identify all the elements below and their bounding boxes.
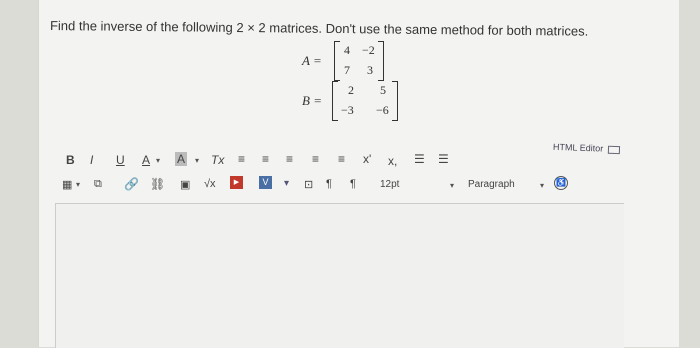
matrix-b-cell: 5 [380, 83, 386, 97]
matrix-a-cell: 7 [344, 63, 350, 77]
bold-button[interactable]: B [66, 153, 75, 167]
table-icon[interactable]: ▦ [62, 178, 72, 191]
paragraph-select[interactable]: Paragraph [468, 179, 515, 190]
subscript-button[interactable]: x, [388, 154, 397, 168]
align-justify-icon[interactable]: ≡ [312, 152, 319, 166]
matrix-b-cell: −6 [376, 103, 389, 117]
vimeo-icon[interactable]: V [259, 176, 272, 189]
answer-editor-area[interactable] [55, 203, 624, 348]
matrix-a: A = 4 −2 7 3 [302, 41, 412, 81]
indent-icon[interactable]: ≡ [338, 152, 345, 166]
matrix-a-label: A = [302, 53, 322, 68]
matrix-b-cell: 2 [348, 83, 354, 97]
numbered-list-icon[interactable]: ☰ [438, 152, 449, 166]
accessibility-icon[interactable]: ♿ [554, 176, 568, 190]
right-bracket [378, 41, 384, 81]
unlink-icon[interactable]: ⛓ [150, 177, 165, 191]
font-size-select[interactable]: 12pt [380, 179, 399, 190]
dropdown-icon[interactable]: ▾ [284, 178, 289, 189]
image-icon[interactable]: ▣ [180, 178, 190, 191]
font-color-button[interactable]: A [142, 153, 150, 167]
left-bracket [332, 81, 338, 121]
matrix-a-cell: 3 [367, 63, 373, 77]
embed-icon[interactable]: ⊡ [304, 178, 313, 191]
superscript-button[interactable]: x' [363, 152, 371, 166]
matrix-b: B = 2 5 −3 −6 [302, 80, 422, 122]
italic-button[interactable]: I [90, 153, 93, 167]
right-bracket [392, 81, 398, 121]
chevron-down-icon[interactable]: ▾ [76, 180, 80, 189]
underline-button[interactable]: U [116, 153, 125, 167]
align-center-icon[interactable]: ≡ [262, 152, 269, 166]
left-bracket [334, 41, 340, 81]
highlight-button[interactable]: A [175, 152, 188, 166]
matrix-a-cell: −2 [362, 43, 375, 57]
media-embed-icon[interactable]: ⧉ [94, 178, 102, 191]
matrix-b-brackets: 2 5 −3 −6 [332, 81, 398, 121]
chevron-down-icon[interactable]: ▾ [195, 156, 199, 165]
matrix-a-cell: 4 [344, 43, 350, 57]
align-left-icon[interactable]: ≡ [238, 152, 245, 166]
math-equation-icon[interactable]: √x [204, 178, 216, 190]
rtl-paragraph-icon[interactable]: ¶ [350, 178, 356, 190]
chevron-down-icon[interactable]: ▾ [156, 156, 160, 165]
ltr-paragraph-icon[interactable]: ¶ [326, 178, 332, 190]
matrix-b-label: B = [302, 93, 322, 108]
matrix-b-cell: −3 [341, 103, 354, 117]
chevron-down-icon[interactable]: ▾ [540, 181, 544, 190]
align-right-icon[interactable]: ≡ [286, 152, 293, 166]
youtube-icon[interactable]: ▶ [230, 176, 243, 189]
chevron-down-icon[interactable]: ▾ [450, 181, 454, 190]
bulleted-list-icon[interactable]: ☰ [414, 152, 425, 166]
editor-toolbar: B I U A ▾ A ▾ Tx ≡ ≡ ≡ ≡ ≡ x' x, ☰ ☰ ▦ ▾… [58, 152, 638, 200]
link-icon[interactable]: 🔗 [124, 177, 139, 191]
matrix-a-brackets: 4 −2 7 3 [334, 41, 384, 81]
clear-format-button[interactable]: Tx [211, 153, 224, 167]
